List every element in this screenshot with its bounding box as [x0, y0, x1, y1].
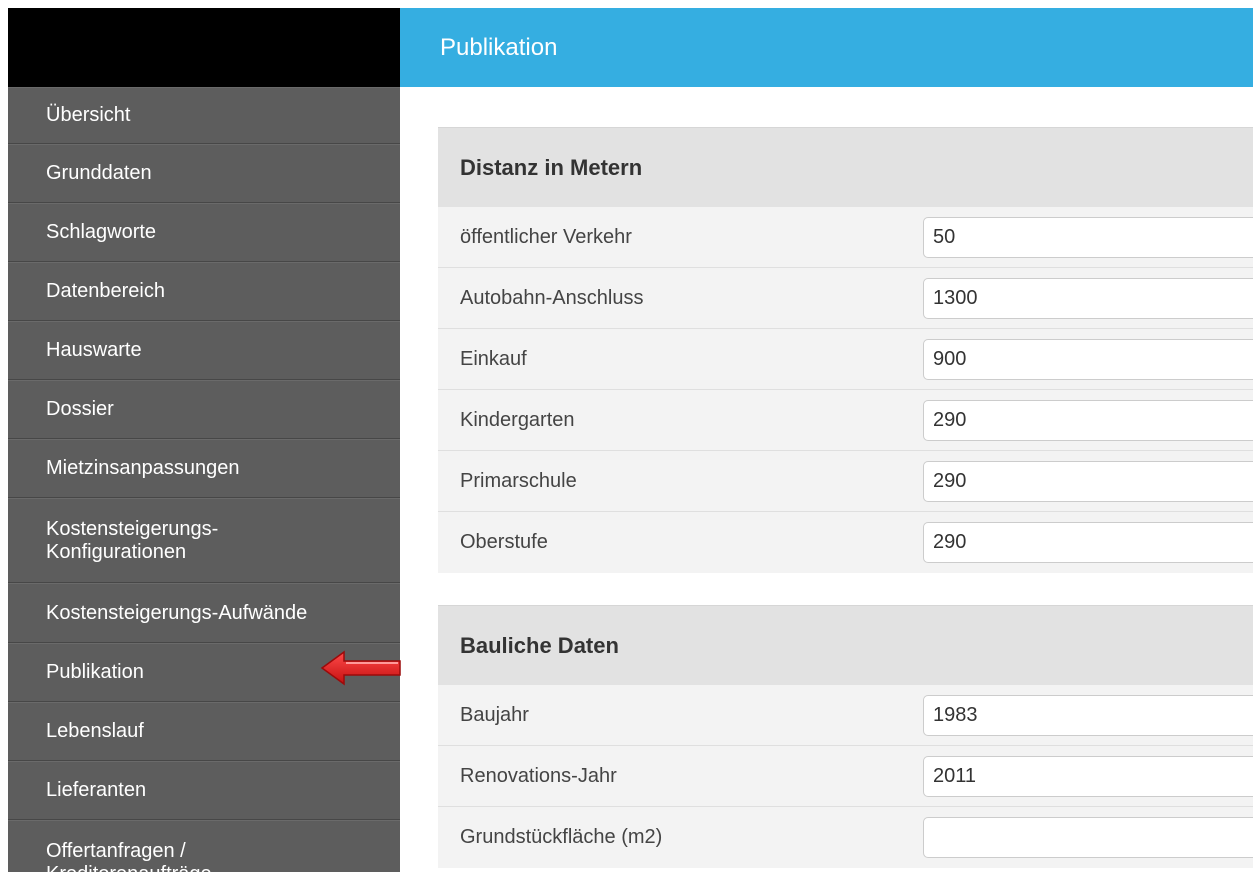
sidebar-nav: Übersicht Grunddaten Schlagworte Datenbe… [8, 87, 400, 872]
sidebar-item-offertanfragen[interactable]: Offertanfragen /Kreditorenaufträge [8, 820, 400, 872]
sidebar-item-kostensteigerungs-aufwaende[interactable]: Kostensteigerungs-Aufwände [8, 583, 400, 643]
main-content: Distanz in Metern öffentlicher Verkehr A… [438, 127, 1253, 868]
sidebar: Übersicht Grunddaten Schlagworte Datenbe… [8, 8, 400, 872]
field-label-einkauf: Einkauf [460, 347, 527, 370]
sidebar-item-schlagworte[interactable]: Schlagworte [8, 203, 400, 262]
red-arrow-icon [320, 650, 401, 686]
form-row: Oberstufe [438, 512, 1253, 573]
sidebar-item-datenbereich[interactable]: Datenbereich [8, 262, 400, 321]
sidebar-item-hauswarte[interactable]: Hauswarte [8, 321, 400, 380]
baujahr-input[interactable] [923, 694, 1253, 736]
kindergarten-input[interactable] [923, 399, 1253, 441]
field-label-oberstufe: Oberstufe [460, 531, 548, 553]
form-row: Primarschule [438, 451, 1253, 512]
page-title: Publikation [440, 33, 558, 61]
field-label-baujahr: Baujahr [460, 703, 529, 726]
form-row: Autobahn-Anschluss [438, 268, 1253, 329]
section-header: Distanz in Metern [438, 127, 1253, 207]
oberstufe-input[interactable] [923, 522, 1253, 563]
sidebar-item-mietzinsanpassungen[interactable]: Mietzinsanpassungen [8, 439, 400, 498]
sidebar-item-uebersicht[interactable]: Übersicht [8, 87, 400, 144]
oeffentlicher-verkehr-input[interactable] [923, 216, 1253, 258]
section-header: Bauliche Daten [438, 605, 1253, 685]
sidebar-item-lebenslauf[interactable]: Lebenslauf [8, 702, 400, 761]
sidebar-item-kostensteigerungs-konfigurationen[interactable]: Kostensteigerungs- Konfigurationen [8, 498, 400, 583]
section-title: Bauliche Daten [460, 632, 619, 658]
section-spacer [438, 573, 1253, 605]
sidebar-item-grunddaten[interactable]: Grunddaten [8, 144, 400, 203]
field-label-autobahn-anschluss: Autobahn-Anschluss [460, 286, 644, 309]
sidebar-logo-area [8, 8, 400, 87]
form-row: Einkauf [438, 329, 1253, 390]
form-row: Baujahr [438, 685, 1253, 746]
field-label-grundstueckflaeche: Grundstückfläche (m2) [460, 826, 663, 848]
autobahn-anschluss-input[interactable] [923, 277, 1253, 319]
field-label-renovations-jahr: Renovations-Jahr [460, 764, 617, 787]
einkauf-input[interactable] [923, 338, 1253, 380]
primarschule-input[interactable] [923, 460, 1253, 502]
field-label-kindergarten: Kindergarten [460, 408, 575, 431]
form-row: Grundstückfläche (m2) [438, 807, 1253, 868]
form-row: Renovations-Jahr [438, 746, 1253, 807]
sidebar-item-lieferanten[interactable]: Lieferanten [8, 761, 400, 820]
sidebar-item-dossier[interactable]: Dossier [8, 380, 400, 439]
page-header: Publikation [400, 8, 1253, 87]
section-title: Distanz in Metern [460, 154, 643, 180]
section-bauliche-daten: Bauliche Daten Baujahr Renovations-Jahr … [438, 605, 1253, 868]
field-label-primarschule: Primarschule [460, 469, 577, 492]
grundstueckflaeche-input[interactable] [923, 817, 1253, 858]
section-distanz: Distanz in Metern öffentlicher Verkehr A… [438, 127, 1253, 573]
form-row: öffentlicher Verkehr [438, 207, 1253, 268]
field-label-oeffentlicher-verkehr: öffentlicher Verkehr [460, 225, 632, 248]
form-row: Kindergarten [438, 390, 1253, 451]
renovations-jahr-input[interactable] [923, 755, 1253, 797]
